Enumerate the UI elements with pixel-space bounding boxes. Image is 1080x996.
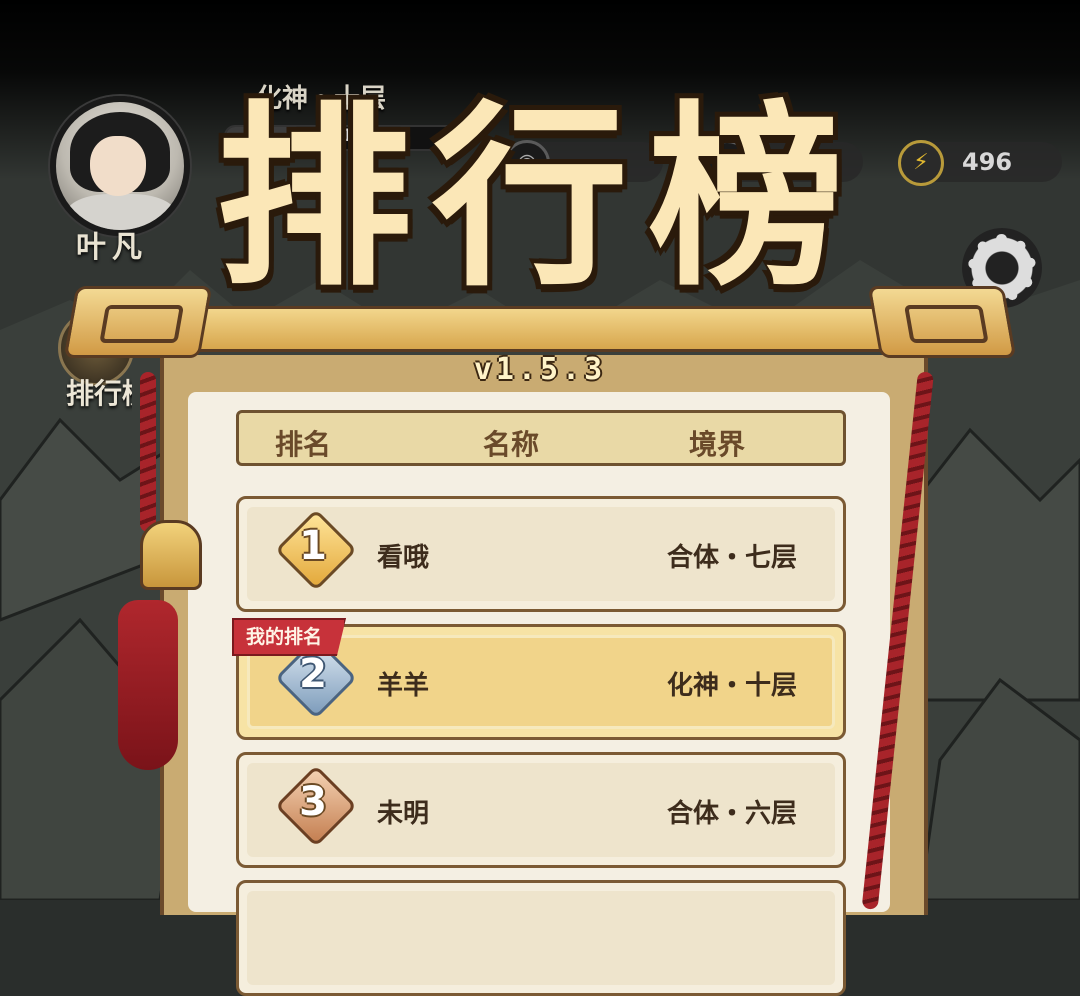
my-rank-badge: 我的排名 (232, 618, 347, 656)
player-name-cell: 未明 (377, 799, 430, 829)
beam-end-right (867, 286, 1017, 358)
bell-icon (140, 520, 202, 590)
bronze-medal-icon: 3 (273, 764, 358, 848)
leaderboard-row-partial[interactable] (236, 880, 846, 996)
leaderboard-row[interactable]: 3 未明 合体・六层 (236, 752, 846, 868)
beam-end-left (63, 286, 213, 358)
realm-cell: 化神・十层 (666, 671, 797, 701)
gold-medal-icon: 1 (273, 508, 358, 592)
leaderboard-row[interactable]: 1 看哦 合体・七层 (236, 496, 846, 612)
column-rank-header: 排名 (275, 428, 332, 461)
rank-number: 2 (299, 651, 327, 697)
rope-left (140, 372, 156, 532)
player-name-cell: 看哦 (377, 543, 430, 573)
tassel-left (118, 600, 178, 770)
player-name-cell: 羊羊 (377, 671, 430, 701)
version-label: v1.5.3 (473, 352, 607, 387)
rank-number: 3 (299, 779, 327, 825)
leaderboard-header: 排名 名称 境界 (236, 410, 846, 466)
rank-number: 1 (299, 523, 327, 569)
realm-cell: 合体・七层 (666, 543, 797, 573)
column-name-header: 名称 (483, 428, 540, 461)
realm-cell: 合体・六层 (666, 799, 797, 829)
column-realm-header: 境界 (689, 428, 746, 461)
leaderboard-title: 排行榜 (215, 83, 864, 313)
row-inner (247, 891, 835, 985)
